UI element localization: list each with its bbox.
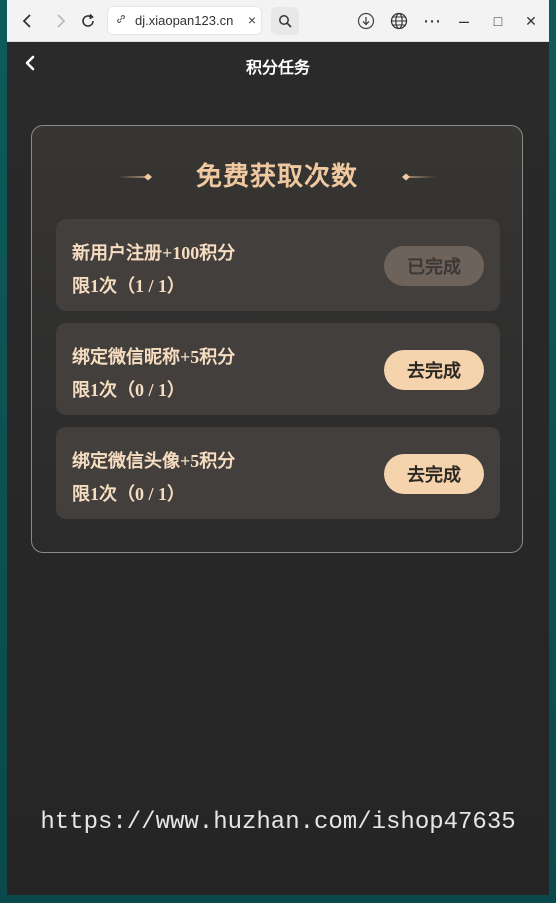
- back-nav-icon[interactable]: [15, 8, 41, 34]
- task-item: 绑定微信头像+5积分 限1次（0 / 1） 去完成: [56, 427, 500, 519]
- task-completed-button: 已完成: [384, 246, 484, 286]
- task-item: 绑定微信昵称+5积分 限1次（0 / 1） 去完成: [56, 323, 500, 415]
- task-limit: 限1次（1 / 1）: [72, 276, 186, 296]
- task-name: 绑定微信昵称+5积分: [72, 347, 236, 367]
- more-menu-icon[interactable]: ⋯: [419, 8, 445, 34]
- download-icon[interactable]: [353, 8, 379, 34]
- browser-window: dj.xiaopan123.cn × ⋯ – □ ✕ 积分任务 免费获取次数 新…: [7, 0, 549, 895]
- maximize-icon[interactable]: □: [485, 8, 511, 34]
- minimize-icon[interactable]: –: [451, 8, 477, 34]
- browser-toolbar: dj.xiaopan123.cn × ⋯ – □ ✕: [7, 0, 549, 42]
- link-icon: [115, 13, 129, 28]
- address-bar[interactable]: dj.xiaopan123.cn ×: [107, 6, 262, 35]
- task-item: 新用户注册+100积分 限1次（1 / 1） 已完成: [56, 219, 500, 311]
- close-window-icon[interactable]: ✕: [518, 8, 544, 34]
- search-icon[interactable]: [271, 7, 299, 35]
- task-limit: 限1次（0 / 1）: [72, 484, 186, 504]
- card-heading: 免费获取次数: [195, 161, 358, 192]
- task-name: 新用户注册+100积分: [72, 243, 236, 263]
- task-card: 免费获取次数 新用户注册+100积分 限1次（1 / 1） 已完成 绑定微信昵称…: [31, 125, 523, 553]
- complete-task-button[interactable]: 去完成: [384, 350, 484, 390]
- card-header: 免费获取次数: [32, 154, 522, 194]
- globe-icon[interactable]: [386, 8, 412, 34]
- app-page: 积分任务 免费获取次数 新用户注册+100积分 限1次（1 / 1） 已完成 绑…: [7, 42, 549, 895]
- task-name: 绑定微信头像+5积分: [72, 451, 236, 471]
- reload-icon[interactable]: [75, 8, 101, 34]
- close-tab-icon[interactable]: ×: [248, 12, 256, 28]
- right-ornament-icon: [396, 169, 436, 181]
- app-header: 积分任务: [7, 42, 549, 86]
- watermark-text: https://www.huzhan.com/ishop47635: [40, 809, 516, 836]
- left-ornament-icon: [117, 169, 158, 181]
- forward-nav-icon[interactable]: [47, 8, 73, 34]
- complete-task-button[interactable]: 去完成: [384, 454, 484, 494]
- url-text: dj.xiaopan123.cn: [135, 13, 234, 28]
- task-limit: 限1次（0 / 1）: [72, 380, 186, 400]
- page-title: 积分任务: [245, 60, 310, 77]
